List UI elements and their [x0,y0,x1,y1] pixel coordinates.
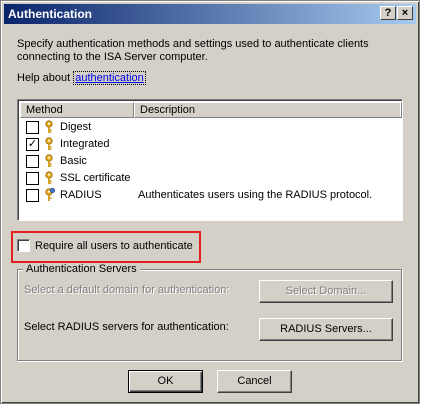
column-header-description[interactable]: Description [134,102,402,118]
group-title: Authentication Servers [23,263,140,275]
help-prefix: Help about [17,72,74,84]
intro-text: Specify authentication methods and setti… [17,38,369,63]
list-item[interactable]: ✓ Integrated [24,136,394,153]
method-name: Basic [60,155,87,167]
close-button[interactable]: × [397,6,413,20]
radius-label: Select RADIUS servers for authentication… [24,321,229,333]
key-icon [45,137,53,150]
method-description: Authenticates users using the RADIUS pro… [138,189,373,201]
ok-button[interactable]: OK [128,370,203,393]
domain-label: Select a default domain for authenticati… [24,284,230,296]
select-domain-button[interactable]: Select Domain... [259,280,393,303]
method-name: Integrated [60,138,110,150]
key-icon [45,171,53,184]
dialog-title: Authentication [8,7,92,21]
list-item[interactable]: Digest [24,119,394,136]
authentication-help-link[interactable]: authentication [73,71,146,85]
method-checkbox-radius[interactable] [26,189,39,202]
methods-list[interactable]: Method Description Digest ✓ Integrated B… [17,99,403,221]
method-checkbox-integrated[interactable]: ✓ [26,138,39,151]
list-item[interactable]: RADIUS Authenticates users using the RAD… [24,187,394,204]
method-checkbox-digest[interactable] [26,121,39,134]
require-all-label[interactable]: Require all users to authenticate [35,240,193,252]
help-button[interactable]: ? [380,6,396,20]
column-header-method[interactable]: Method [20,102,134,118]
radius-servers-button[interactable]: RADIUS Servers... [259,318,393,341]
help-line: Help about authentication [17,71,146,85]
key-icon [45,120,53,133]
cancel-button[interactable]: Cancel [217,370,292,393]
method-name: RADIUS [60,189,102,201]
key-network-icon [45,188,55,201]
method-name: Digest [60,121,92,133]
title-bar[interactable]: Authentication ? × [4,4,416,24]
method-name: SSL certificate [60,172,131,184]
list-item[interactable]: SSL certificate [24,170,394,187]
list-header: Method Description [20,102,402,118]
method-checkbox-ssl-certificate[interactable] [26,172,39,185]
list-item[interactable]: Basic [24,153,394,170]
require-all-checkbox[interactable] [17,239,30,252]
authentication-dialog: Authentication ? × Specify authenticatio… [0,0,420,404]
key-icon [45,154,53,167]
method-checkbox-basic[interactable] [26,155,39,168]
